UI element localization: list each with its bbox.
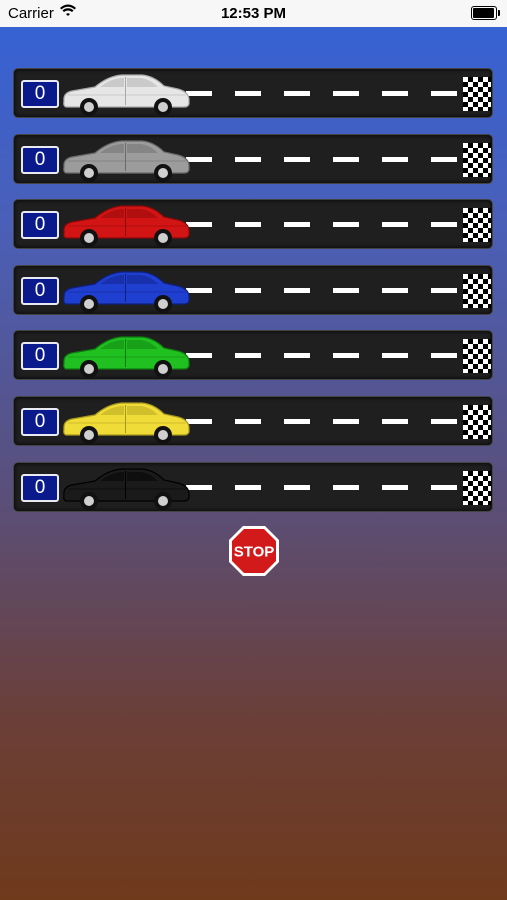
road-dash	[235, 353, 261, 359]
lap-counter: 0	[21, 211, 59, 240]
road-dash	[431, 418, 457, 424]
road-dash	[333, 156, 359, 162]
road-dash	[235, 418, 261, 424]
road-dash	[235, 222, 261, 228]
road-dash	[333, 91, 359, 96]
road-dash	[235, 91, 261, 96]
checkered-flag-icon	[463, 273, 491, 308]
lap-counter: 0	[21, 407, 59, 436]
road-dash	[382, 287, 408, 293]
checkered-flag-icon	[463, 142, 491, 177]
road-dash	[431, 91, 457, 96]
road-dash	[382, 156, 408, 162]
race-lane: 0	[13, 264, 493, 315]
clock: 12:53 PM	[220, 5, 287, 22]
race-lanes: 0 0 0 0 0 0 0	[13, 68, 493, 527]
car-icon[interactable]	[60, 399, 191, 445]
race-lane: 0	[13, 461, 493, 512]
road-dash	[431, 287, 457, 293]
road-dash	[333, 353, 359, 359]
car-icon[interactable]	[60, 137, 191, 183]
road-dash	[235, 287, 261, 293]
road-dash	[382, 91, 408, 96]
road-dash	[284, 418, 310, 424]
race-lane: 0	[13, 133, 493, 184]
checkered-flag-icon	[463, 77, 491, 111]
checkered-flag-icon	[463, 470, 491, 505]
road-markings	[186, 91, 457, 96]
car-icon[interactable]	[60, 71, 191, 117]
status-bar: Carrier 12:53 PM	[0, 0, 507, 27]
road-dash	[284, 91, 310, 96]
car-icon[interactable]	[60, 268, 191, 314]
road-dash	[333, 222, 359, 228]
stop-sign-icon: STOP	[229, 526, 279, 576]
lap-counter: 0	[21, 145, 59, 174]
checkered-flag-icon	[463, 339, 491, 374]
race-lane: 0	[13, 395, 493, 446]
stop-label: STOP	[234, 544, 275, 561]
road-markings	[186, 222, 457, 228]
checkered-flag-icon	[463, 404, 491, 439]
road-dash	[235, 156, 261, 162]
race-lane: 0	[13, 330, 493, 381]
road-dash	[284, 287, 310, 293]
road-markings	[186, 353, 457, 359]
road-dash	[235, 484, 261, 490]
road-dash	[382, 222, 408, 228]
road-dash	[284, 484, 310, 490]
road-dash	[382, 353, 408, 359]
checkered-flag-icon	[463, 208, 491, 243]
road-markings	[186, 287, 457, 293]
car-icon[interactable]	[60, 465, 191, 511]
road-dash	[284, 353, 310, 359]
stop-button[interactable]: STOP	[228, 525, 280, 577]
road-dash	[333, 418, 359, 424]
road-dash	[333, 484, 359, 490]
road-markings	[186, 156, 457, 162]
road-dash	[284, 156, 310, 162]
battery-icon	[471, 6, 500, 20]
lap-counter: 0	[21, 80, 59, 108]
car-icon[interactable]	[60, 202, 191, 248]
lap-counter: 0	[21, 473, 59, 502]
road-dash	[431, 353, 457, 359]
road-dash	[431, 484, 457, 490]
road-markings	[186, 484, 457, 490]
car-icon[interactable]	[60, 333, 191, 379]
road-dash	[431, 222, 457, 228]
lap-counter: 0	[21, 342, 59, 371]
race-lane: 0	[13, 68, 493, 118]
road-dash	[333, 287, 359, 293]
lap-counter: 0	[21, 276, 59, 305]
road-dash	[431, 156, 457, 162]
road-dash	[382, 484, 408, 490]
road-dash	[284, 222, 310, 228]
road-markings	[186, 418, 457, 424]
road-dash	[382, 418, 408, 424]
race-lane: 0	[13, 199, 493, 250]
